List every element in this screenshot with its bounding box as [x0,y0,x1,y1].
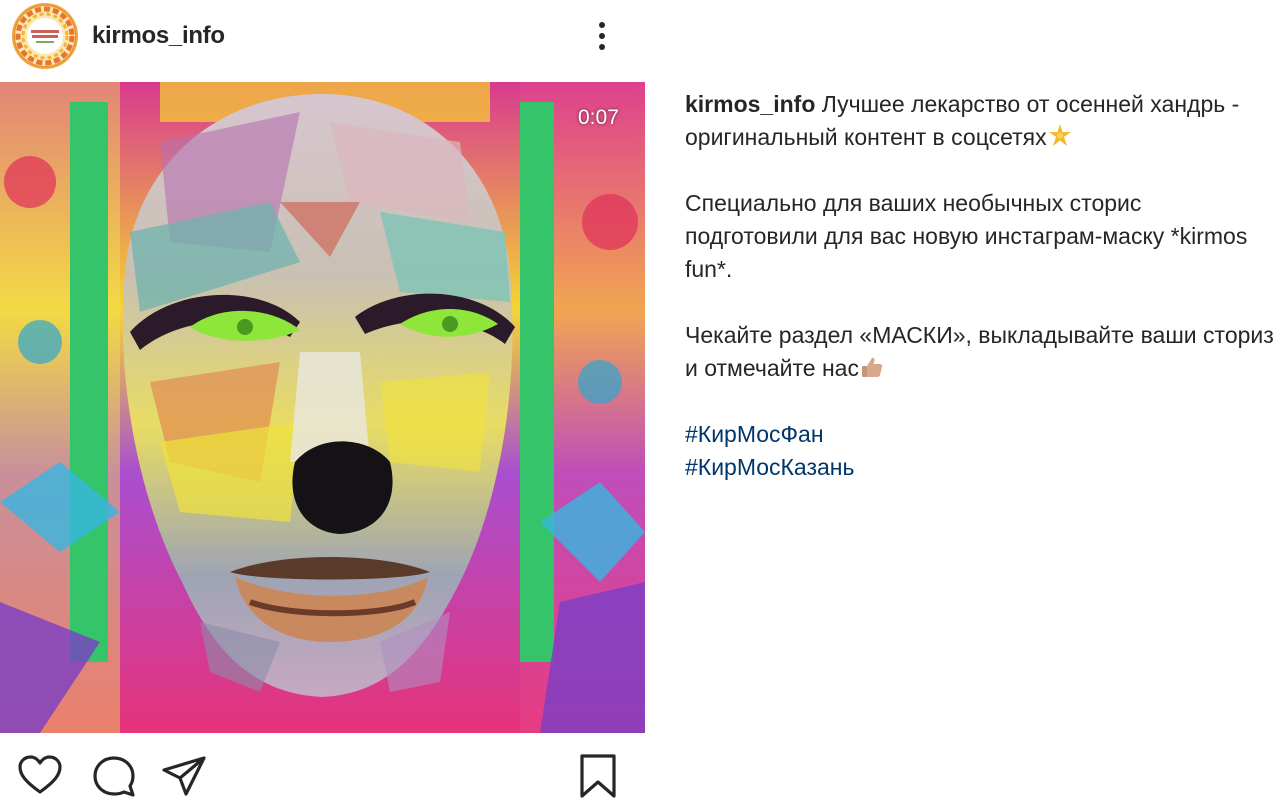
avatar[interactable] [12,3,78,69]
kirmos-logo [15,6,75,66]
post-video[interactable]: 0:07 [0,82,645,733]
caption-username[interactable]: kirmos_info [685,91,815,117]
action-bar [0,740,645,812]
heart-icon[interactable] [16,752,64,800]
caption-para3-text: Чекайте раздел «МАСКИ», выкладывайте ваш… [685,322,1274,381]
thumbs-up-icon [861,357,883,377]
bookmark-icon[interactable] [574,752,622,800]
hashtag-list: #КирМосФан #КирМосКазань [685,418,1275,484]
hashtag-link[interactable]: #КирМосФан [685,418,1275,451]
caption-paragraph-3: Чекайте раздел «МАСКИ», выкладывайте ваш… [685,319,1275,385]
caption-paragraph-1: kirmos_info Лучшее лекарство от осенней … [685,88,1275,154]
post-username[interactable]: kirmos_info [92,22,225,50]
post-caption: kirmos_info Лучшее лекарство от осенней … [685,88,1275,484]
send-icon[interactable] [160,752,208,800]
more-vertical-icon[interactable] [588,18,616,54]
caption-paragraph-2: Специально для ваших необычных сторис по… [685,190,1248,282]
sparkle-star-icon [1048,124,1071,146]
comment-icon[interactable] [90,752,138,800]
video-frame-face-mask [0,82,645,733]
post-header: kirmos_info [0,0,645,78]
video-timer: 0:07 [578,106,619,129]
hashtag-link[interactable]: #КирМосКазань [685,451,1275,484]
